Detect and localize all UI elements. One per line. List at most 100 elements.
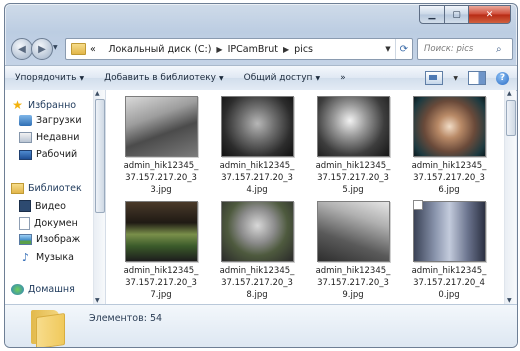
file-item[interactable]: admin_hik12345_37.157.217.20_35.jpg <box>308 96 398 196</box>
maximize-button[interactable]: ▢ <box>445 5 469 24</box>
file-item[interactable]: admin_hik12345_37.157.217.20_40.jpg <box>404 200 494 301</box>
file-name: admin_hik12345_37.157.217.20_33.jpg <box>123 161 199 195</box>
forward-button[interactable]: ▶ <box>31 38 53 60</box>
sidebar-item-recent[interactable]: Недавни <box>19 132 79 143</box>
file-item[interactable]: admin_hik12345_37.157.217.20_34.jpg <box>212 96 302 196</box>
sidebar-item-images[interactable]: Изображ <box>19 234 80 245</box>
close-button[interactable]: ✕ <box>469 5 511 24</box>
file-item[interactable]: admin_hik12345_37.157.217.20_33.jpg <box>116 96 206 196</box>
chevron-down-icon[interactable]: ▼ <box>381 45 394 53</box>
share-menu[interactable]: Общий доступ ▼ <box>234 73 330 83</box>
breadcrumb-ipcambrut[interactable]: IPCamBrut <box>228 44 278 55</box>
sidebar-item-desktop[interactable]: Рабочий <box>19 149 77 160</box>
scroll-up-icon[interactable]: ▲ <box>507 90 512 97</box>
file-item[interactable]: admin_hik12345_37.157.217.20_37.jpg <box>116 201 206 301</box>
image-thumbnail <box>124 201 198 262</box>
explorer-window: ▁ ▢ ✕ ◀ ▶ ▼ « Локальный диск (C:) ▶ IPCa… <box>4 3 518 348</box>
sidebar-item-label: Видео <box>35 200 66 212</box>
sidebar-item-label: Музыка <box>36 252 74 263</box>
file-name: admin_hik12345_37.157.217.20_40.jpg <box>411 266 487 300</box>
image-thumbnail <box>412 201 486 262</box>
add-to-library-menu[interactable]: Добавить в библиотеку ▼ <box>94 73 234 83</box>
help-icon[interactable]: ? <box>496 71 509 85</box>
maximize-icon: ▢ <box>452 9 461 20</box>
sidebar-item-libraries[interactable]: Библиотек <box>11 183 82 194</box>
search-box[interactable]: ⌕ <box>417 38 513 60</box>
chevron-right-icon[interactable] <box>101 45 104 54</box>
more-commands-button[interactable]: » <box>330 73 356 83</box>
scroll-down-icon[interactable]: ▼ <box>95 297 100 304</box>
selection-checkbox[interactable] <box>413 200 423 210</box>
sidebar-item-label: Домашня <box>28 284 75 295</box>
folder-icon <box>31 307 65 347</box>
chevron-right-icon[interactable]: ▶ <box>216 45 222 54</box>
file-item[interactable]: admin_hik12345_37.157.217.20_39.jpg <box>308 201 398 301</box>
minimize-button[interactable]: ▁ <box>419 5 445 24</box>
sidebar-item-label: Избранно <box>28 99 77 111</box>
libraries-icon <box>11 183 24 194</box>
file-name: admin_hik12345_37.157.217.20_38.jpg <box>219 266 295 300</box>
view-icon[interactable] <box>425 71 444 85</box>
file-item[interactable]: admin_hik12345_37.157.217.20_36.jpg <box>404 96 494 196</box>
sidebar-item-label: Недавни <box>36 132 80 143</box>
recent-pages-dropdown[interactable]: ▼ <box>53 44 58 51</box>
sidebar-item-label: Загрузки <box>36 115 82 126</box>
back-button[interactable]: ◀ <box>11 38 33 60</box>
minimize-icon: ▁ <box>428 9 436 20</box>
music-icon: ♪ <box>21 251 30 264</box>
sidebar-item-music[interactable]: ♪ Музыка <box>19 251 74 264</box>
navpane-scrollbar[interactable]: ▲ ▼ <box>93 90 105 304</box>
breadcrumb-pics[interactable]: pics <box>294 44 313 55</box>
file-list: admin_hik12345_37.157.217.20_33.jpg admi… <box>106 90 504 304</box>
scrollbar-thumb[interactable] <box>95 99 105 213</box>
sidebar-item-video[interactable]: Видео <box>19 200 66 212</box>
breadcrumb-local-disk[interactable]: Локальный диск (C:) <box>108 44 211 55</box>
scroll-down-icon[interactable]: ▼ <box>507 297 512 304</box>
organize-label: Упорядочить <box>15 73 77 83</box>
sidebar-item-documents[interactable]: Докумен <box>19 217 78 230</box>
chevron-down-icon[interactable]: ▼ <box>453 75 458 82</box>
toolbar-right: ▼ ? <box>425 71 517 85</box>
recent-places-icon <box>19 132 32 143</box>
image-thumbnail <box>316 201 390 262</box>
close-icon: ✕ <box>485 9 494 20</box>
title-bar: ▁ ▢ ✕ <box>5 4 517 32</box>
share-label: Общий доступ <box>243 73 313 83</box>
sidebar-item-label: Библиотек <box>28 183 82 194</box>
address-bar[interactable]: « Локальный диск (C:) ▶ IPCamBrut ▶ pics… <box>65 38 413 60</box>
more-label: » <box>340 73 346 83</box>
image-thumbnail <box>124 96 198 157</box>
file-name: admin_hik12345_37.157.217.20_35.jpg <box>315 161 391 195</box>
navigation-pane: ★ Избранно Загрузки Недавни Рабочий Библи… <box>5 90 106 304</box>
scroll-up-icon[interactable]: ▲ <box>95 90 100 97</box>
sidebar-item-downloads[interactable]: Загрузки <box>19 115 82 126</box>
star-icon: ★ <box>12 98 23 112</box>
file-name: admin_hik12345_37.157.217.20_36.jpg <box>411 161 487 195</box>
file-name: admin_hik12345_37.157.217.20_34.jpg <box>219 161 295 195</box>
file-item[interactable]: admin_hik12345_37.157.217.20_38.jpg <box>212 201 302 301</box>
sidebar-item-label: Изображ <box>36 234 81 245</box>
chevron-right-icon[interactable]: ▶ <box>283 45 289 54</box>
window-controls: ▁ ▢ ✕ <box>419 5 511 24</box>
sidebar-item-homegroup[interactable]: Домашня <box>11 284 75 295</box>
sidebar-item-label: Докумен <box>34 218 78 229</box>
address-actions: ▼ ⟳ <box>381 39 412 59</box>
video-icon <box>19 200 31 212</box>
sidebar-item-favorites[interactable]: ★ Избранно <box>11 98 76 112</box>
desktop-icon <box>19 149 32 160</box>
refresh-icon[interactable]: ⟳ <box>394 39 412 59</box>
organize-menu[interactable]: Упорядочить ▼ <box>5 73 94 83</box>
preview-pane-icon[interactable] <box>468 71 486 85</box>
folder-icon <box>71 43 86 55</box>
breadcrumb-overflow[interactable]: « <box>90 44 96 55</box>
file-list-scrollbar[interactable]: ▲ ▼ <box>504 90 516 304</box>
image-thumbnail <box>220 201 294 262</box>
chevron-down-icon: ▼ <box>79 75 85 82</box>
chevron-down-icon: ▼ <box>219 75 224 82</box>
search-icon[interactable]: ⌕ <box>496 44 502 55</box>
search-input[interactable] <box>418 43 496 55</box>
file-name: admin_hik12345_37.157.217.20_37.jpg <box>123 266 199 300</box>
arrow-left-icon: ◀ <box>18 43 26 55</box>
downloads-icon <box>19 115 32 126</box>
scrollbar-thumb[interactable] <box>506 100 516 136</box>
